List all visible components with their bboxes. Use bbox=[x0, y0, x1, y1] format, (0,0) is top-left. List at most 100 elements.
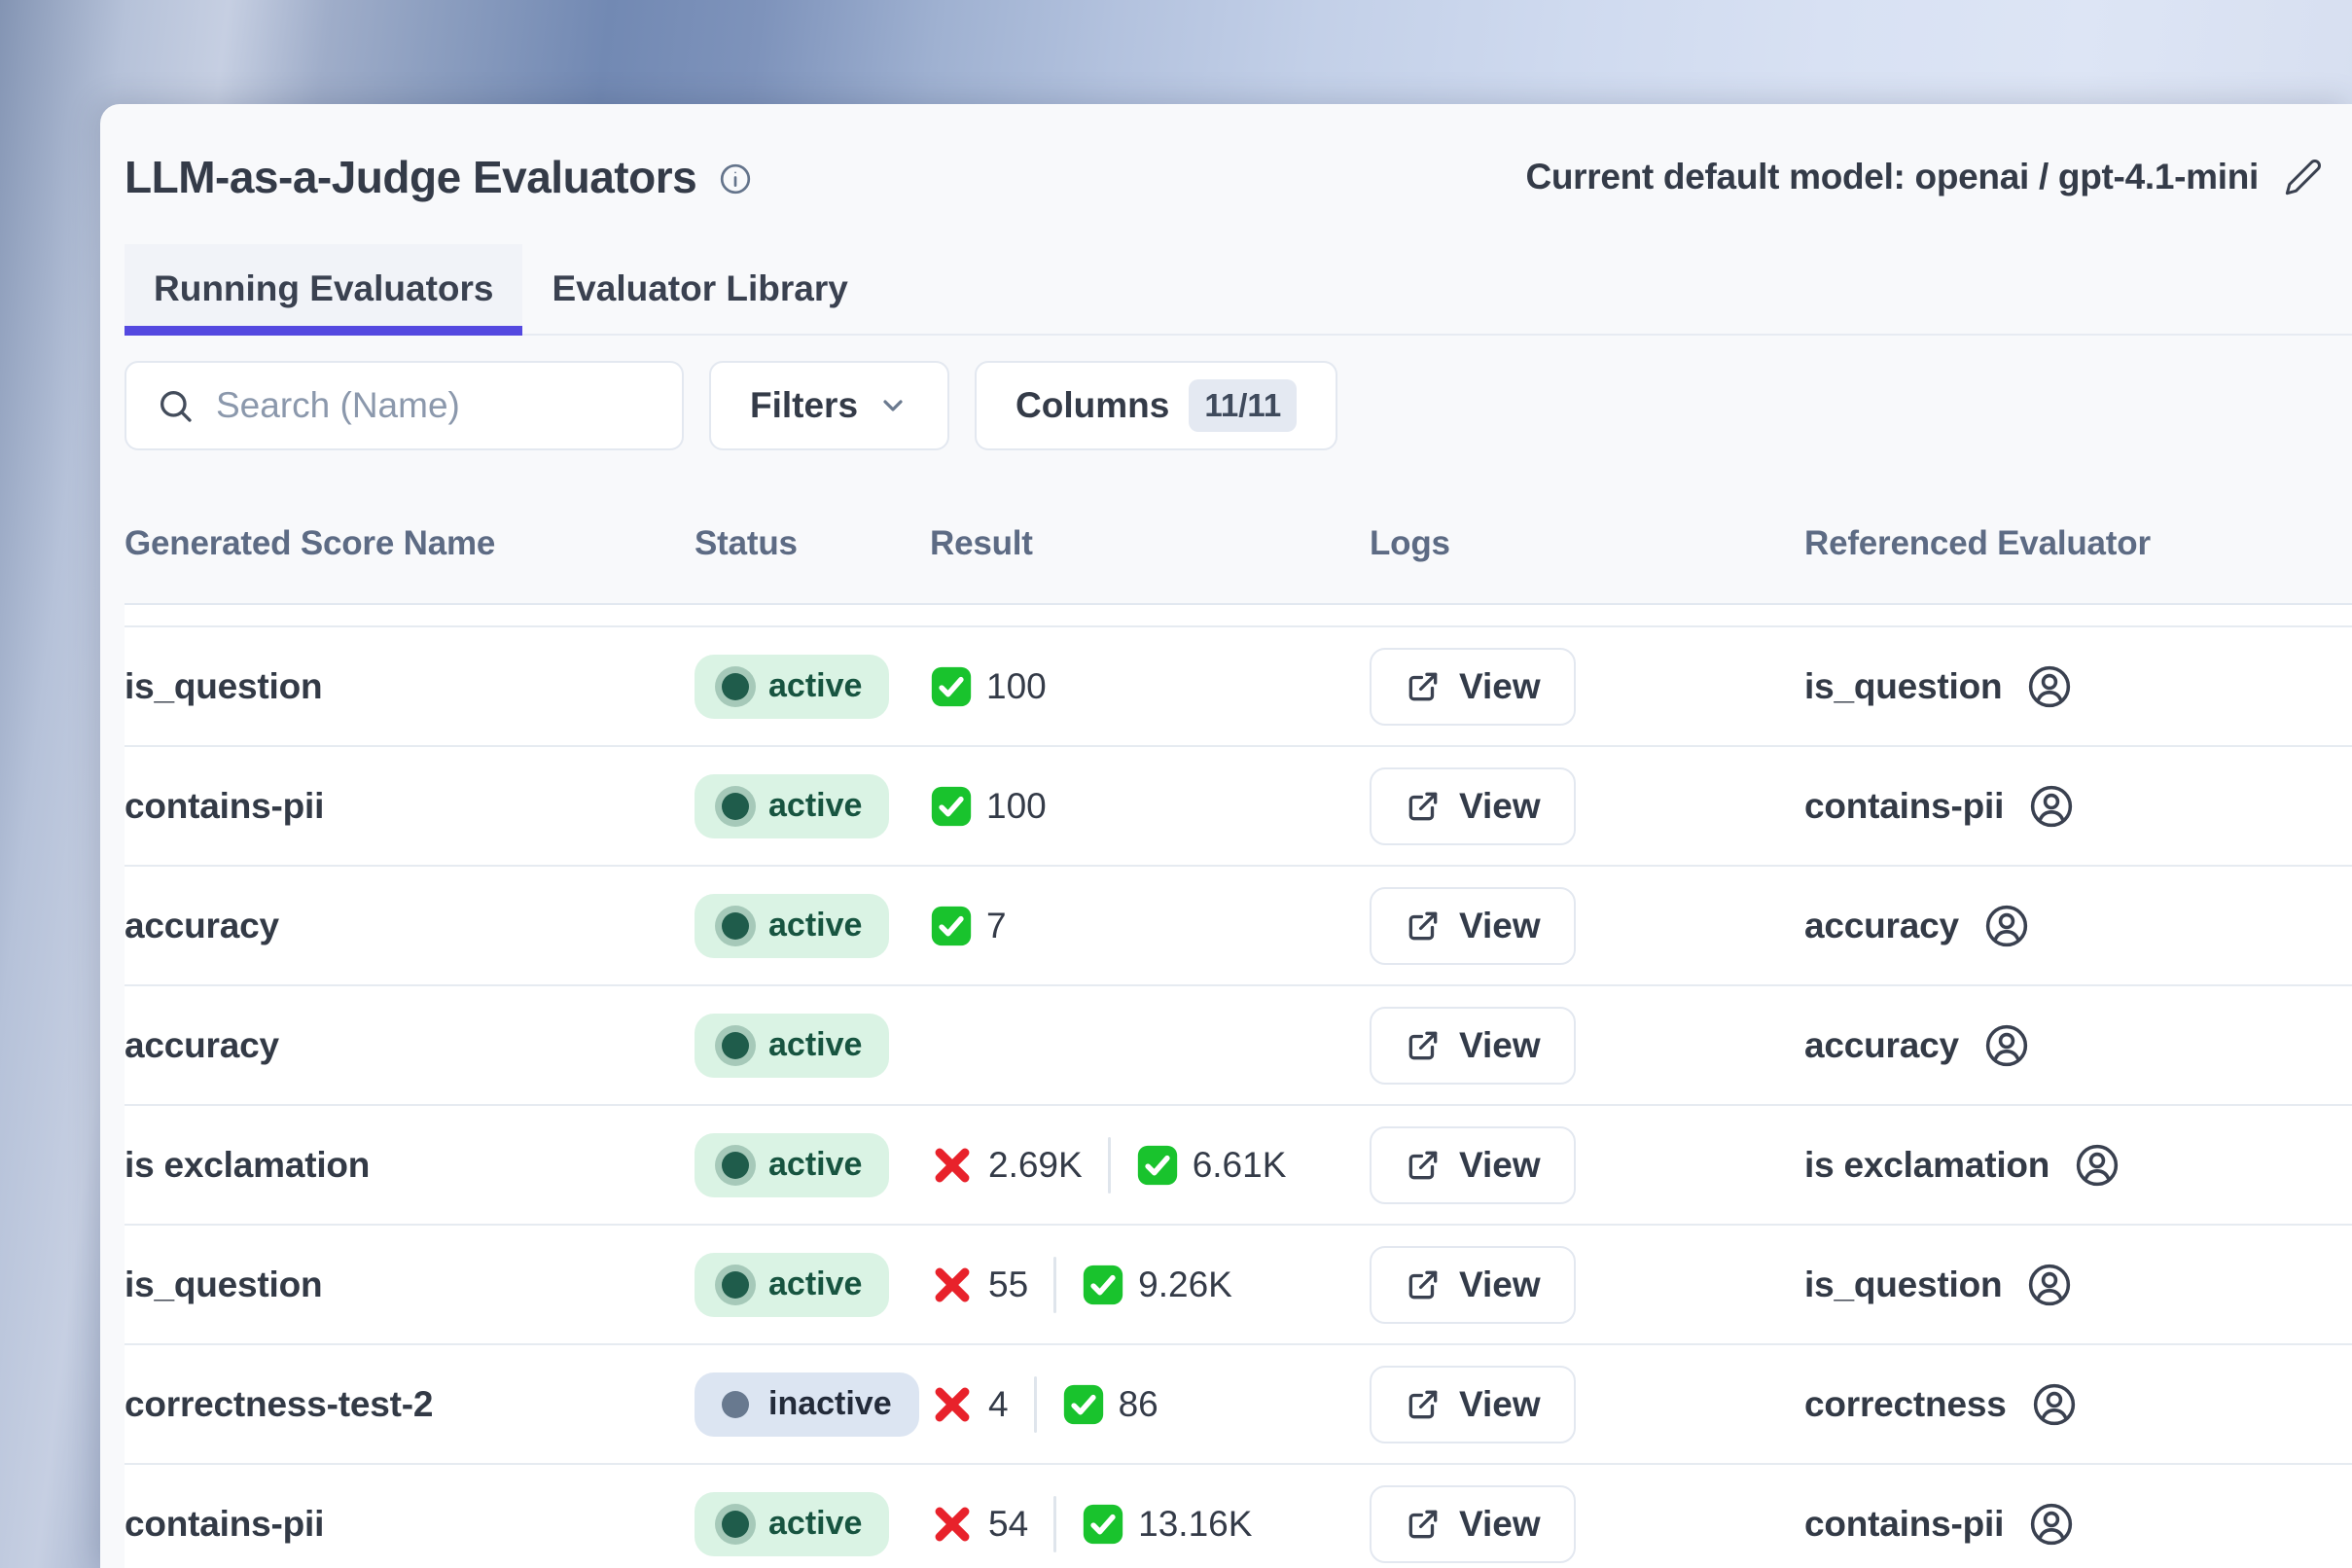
pass-count: 100 bbox=[930, 785, 1047, 828]
referenced-evaluator-name: accuracy bbox=[1804, 1025, 1959, 1066]
user-icon bbox=[2027, 1500, 2076, 1549]
pass-check-icon bbox=[930, 665, 973, 708]
user-icon bbox=[1982, 1021, 2031, 1070]
table-row: accuracy active View accuracy bbox=[125, 986, 2352, 1106]
logs-cell: View bbox=[1370, 648, 1804, 726]
logs-cell: View bbox=[1370, 1366, 1804, 1443]
info-icon[interactable] bbox=[718, 161, 753, 196]
view-logs-button[interactable]: View bbox=[1370, 1246, 1576, 1324]
status-label: inactive bbox=[768, 1385, 892, 1423]
status-badge: active bbox=[695, 1133, 889, 1197]
evaluators-panel: LLM-as-a-Judge Evaluators Current defaul… bbox=[100, 104, 2352, 1568]
referenced-evaluator-name: correctness bbox=[1804, 1384, 2007, 1425]
external-link-icon bbox=[1405, 1266, 1442, 1303]
column-header-generated-score-name: Generated Score Name bbox=[125, 524, 695, 563]
referenced-evaluator-name: is exclamation bbox=[1804, 1145, 2049, 1186]
status-cell: active bbox=[695, 1133, 930, 1197]
status-dot-icon bbox=[722, 1391, 749, 1418]
search-box[interactable] bbox=[125, 361, 684, 450]
view-logs-button[interactable]: View bbox=[1370, 648, 1576, 726]
user-icon bbox=[1982, 902, 2031, 950]
status-label: active bbox=[768, 1505, 862, 1543]
panel-header: LLM-as-a-Judge Evaluators Current defaul… bbox=[125, 104, 2352, 203]
generated-score-name: is_question bbox=[125, 1265, 695, 1305]
table-header-row: Generated Score Name Status Result Logs … bbox=[125, 483, 2352, 605]
status-dot-icon bbox=[722, 1152, 749, 1179]
view-logs-button[interactable]: View bbox=[1370, 1366, 1576, 1443]
status-cell: inactive bbox=[695, 1372, 930, 1437]
status-badge: active bbox=[695, 1492, 889, 1556]
external-link-icon bbox=[1405, 788, 1442, 825]
result-cell: 486 bbox=[930, 1376, 1370, 1433]
external-link-icon bbox=[1405, 1147, 1442, 1184]
result-divider bbox=[1108, 1137, 1111, 1194]
referenced-evaluator-cell: is_question bbox=[1804, 662, 2352, 711]
status-cell: active bbox=[695, 1492, 930, 1556]
filters-button[interactable]: Filters bbox=[709, 361, 949, 450]
pass-count-value: 6.61K bbox=[1193, 1145, 1287, 1186]
view-logs-label: View bbox=[1459, 906, 1541, 946]
generated-score-name: is_question bbox=[125, 666, 695, 707]
status-badge: active bbox=[695, 655, 889, 719]
status-cell: active bbox=[695, 774, 930, 838]
status-dot-icon bbox=[722, 1511, 749, 1538]
fail-count-value: 54 bbox=[988, 1504, 1028, 1545]
pass-count-value: 100 bbox=[986, 786, 1047, 827]
view-logs-label: View bbox=[1459, 1504, 1541, 1545]
pass-check-icon bbox=[1082, 1503, 1124, 1546]
status-dot-icon bbox=[722, 673, 749, 700]
fail-cross-icon bbox=[930, 1143, 975, 1188]
referenced-evaluator-name: contains-pii bbox=[1804, 1504, 2004, 1545]
pass-check-icon bbox=[1136, 1144, 1179, 1187]
generated-score-name: contains-pii bbox=[125, 786, 695, 827]
tab-running-evaluators[interactable]: Running Evaluators bbox=[125, 244, 522, 334]
result-cell: 7 bbox=[930, 905, 1370, 947]
status-badge: active bbox=[695, 894, 889, 958]
referenced-evaluator-cell: accuracy bbox=[1804, 1021, 2352, 1070]
column-header-logs: Logs bbox=[1370, 524, 1804, 563]
result-cell: 2.69K6.61K bbox=[930, 1137, 1370, 1194]
view-logs-label: View bbox=[1459, 1265, 1541, 1305]
pass-count: 13.16K bbox=[1082, 1503, 1252, 1546]
status-badge: active bbox=[695, 1253, 889, 1317]
fail-cross-icon bbox=[930, 1263, 975, 1307]
table-row: contains-pii active 5413.16K View contai… bbox=[125, 1465, 2352, 1568]
table-row: correctness-test-2 inactive 486 View cor… bbox=[125, 1345, 2352, 1465]
referenced-evaluator-name: is_question bbox=[1804, 666, 2002, 707]
filters-label: Filters bbox=[750, 385, 858, 426]
pass-count-value: 9.26K bbox=[1138, 1265, 1232, 1305]
status-dot-icon bbox=[722, 793, 749, 820]
edit-model-icon[interactable] bbox=[2284, 158, 2323, 196]
columns-button[interactable]: Columns 11/11 bbox=[975, 361, 1337, 450]
status-badge: inactive bbox=[695, 1372, 919, 1437]
referenced-evaluator-cell: is exclamation bbox=[1804, 1141, 2352, 1190]
search-input[interactable] bbox=[216, 385, 653, 426]
pass-count-value: 7 bbox=[986, 906, 1007, 946]
pass-count: 100 bbox=[930, 665, 1047, 708]
external-link-icon bbox=[1405, 1506, 1442, 1543]
view-logs-button[interactable]: View bbox=[1370, 767, 1576, 845]
logs-cell: View bbox=[1370, 1126, 1804, 1204]
user-icon bbox=[2073, 1141, 2121, 1190]
view-logs-button[interactable]: View bbox=[1370, 1126, 1576, 1204]
pass-count: 9.26K bbox=[1082, 1264, 1232, 1306]
status-label: active bbox=[768, 1026, 862, 1064]
fail-count: 4 bbox=[930, 1382, 1009, 1427]
pass-count-value: 100 bbox=[986, 666, 1047, 707]
table-row: is_question active 100 View is_question bbox=[125, 627, 2352, 747]
tab-evaluator-library[interactable]: Evaluator Library bbox=[522, 244, 876, 334]
fail-count: 54 bbox=[930, 1502, 1028, 1547]
view-logs-label: View bbox=[1459, 1384, 1541, 1425]
external-link-icon bbox=[1405, 668, 1442, 705]
pass-check-icon bbox=[930, 905, 973, 947]
status-cell: active bbox=[695, 1014, 930, 1078]
status-cell: active bbox=[695, 894, 930, 958]
status-dot-icon bbox=[722, 1271, 749, 1299]
column-header-referenced-evaluator: Referenced Evaluator bbox=[1804, 524, 2352, 563]
user-icon bbox=[2025, 1261, 2074, 1309]
view-logs-button[interactable]: View bbox=[1370, 1485, 1576, 1563]
view-logs-button[interactable]: View bbox=[1370, 1007, 1576, 1085]
status-label: active bbox=[768, 787, 862, 825]
chevron-down-icon bbox=[877, 390, 909, 421]
view-logs-button[interactable]: View bbox=[1370, 887, 1576, 965]
